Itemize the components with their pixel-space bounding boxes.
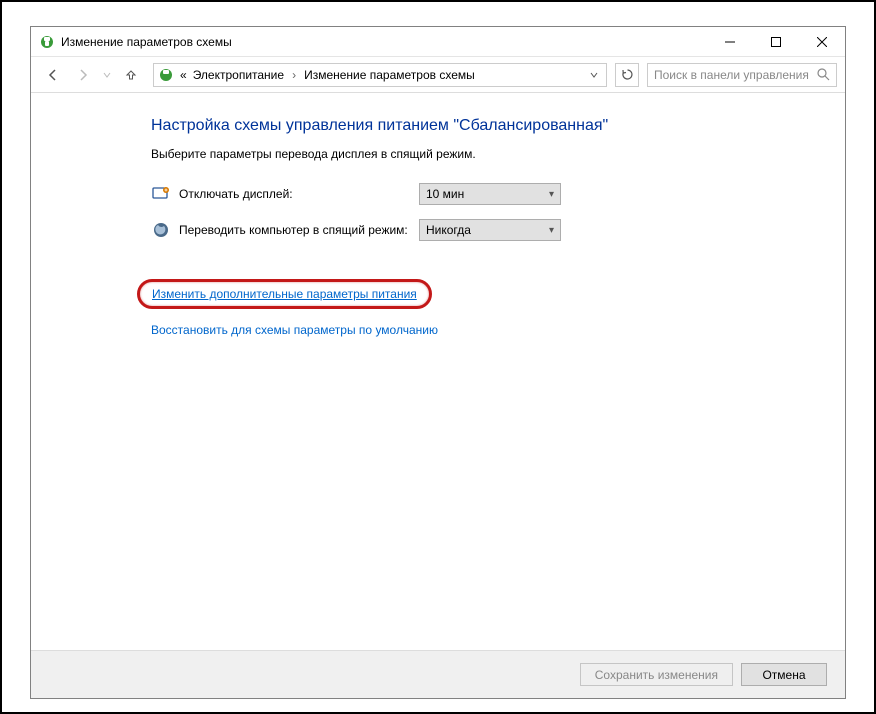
address-dropdown[interactable] <box>586 68 602 82</box>
search-placeholder: Поиск в панели управления <box>654 68 817 82</box>
power-options-icon <box>158 67 174 83</box>
sleep-timeout-select[interactable]: Никогда ▾ <box>419 219 561 241</box>
power-options-icon <box>39 34 55 50</box>
advanced-settings-link[interactable]: Изменить дополнительные параметры питани… <box>152 287 417 301</box>
minimize-button[interactable] <box>707 27 753 56</box>
breadcrumb-item[interactable]: Изменение параметров схемы <box>304 68 475 82</box>
page-subtitle: Выберите параметры перевода дисплея в сп… <box>151 147 845 161</box>
restore-defaults-link[interactable]: Восстановить для схемы параметры по умол… <box>151 323 845 337</box>
window-title: Изменение параметров схемы <box>61 35 232 49</box>
refresh-button[interactable] <box>615 63 639 87</box>
setting-display-off: Отключать дисплей: 10 мин ▾ <box>151 183 845 205</box>
cancel-button[interactable]: Отмена <box>741 663 827 686</box>
select-value: Никогда <box>426 223 549 237</box>
close-button[interactable] <box>799 27 845 56</box>
page-title: Настройка схемы управления питанием "Сба… <box>151 117 845 135</box>
titlebar: Изменение параметров схемы <box>31 27 845 57</box>
breadcrumb-prefix: « <box>180 68 187 82</box>
select-value: 10 мин <box>426 187 549 201</box>
search-icon <box>817 68 830 81</box>
sleep-icon <box>151 220 171 240</box>
chevron-down-icon: ▾ <box>549 189 554 200</box>
breadcrumb-item[interactable]: Электропитание <box>193 68 284 82</box>
control-panel-window: Изменение параметров схемы <box>30 26 846 699</box>
setting-label: Переводить компьютер в спящий режим: <box>179 223 419 237</box>
forward-button[interactable] <box>69 61 97 89</box>
display-timeout-select[interactable]: 10 мин ▾ <box>419 183 561 205</box>
search-input[interactable]: Поиск в панели управления <box>647 63 837 87</box>
content-area: Настройка схемы управления питанием "Сба… <box>31 93 845 650</box>
links-block: Изменить дополнительные параметры питани… <box>151 279 845 337</box>
breadcrumb-bar[interactable]: « Электропитание › Изменение параметров … <box>153 63 607 87</box>
setting-label: Отключать дисплей: <box>179 187 419 201</box>
address-bar: « Электропитание › Изменение параметров … <box>31 57 845 93</box>
setting-sleep: Переводить компьютер в спящий режим: Ник… <box>151 219 845 241</box>
highlight-annotation: Изменить дополнительные параметры питани… <box>137 279 432 309</box>
footer-bar: Сохранить изменения Отмена <box>31 650 845 698</box>
back-button[interactable] <box>39 61 67 89</box>
recent-dropdown[interactable] <box>99 61 115 89</box>
chevron-down-icon: ▾ <box>549 225 554 236</box>
chevron-right-icon[interactable]: › <box>290 68 298 82</box>
up-button[interactable] <box>117 61 145 89</box>
maximize-button[interactable] <box>753 27 799 56</box>
display-icon <box>151 184 171 204</box>
window-controls <box>707 27 845 56</box>
save-button[interactable]: Сохранить изменения <box>580 663 733 686</box>
